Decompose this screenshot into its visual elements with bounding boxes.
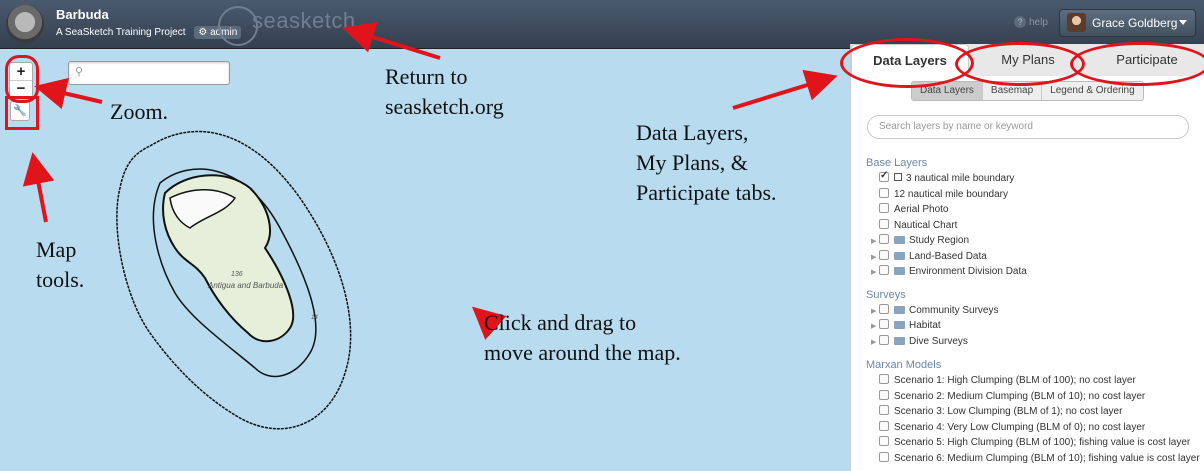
- expand-arrow-icon[interactable]: ▶: [871, 305, 879, 319]
- folder-icon: [894, 321, 905, 329]
- layer-label: 3 nautical mile boundary: [906, 173, 1015, 184]
- tools-highlight-box: [5, 96, 39, 130]
- list-item[interactable]: Nautical Chart: [871, 219, 957, 233]
- layer-search-input[interactable]: Search layers by name or keyword: [867, 115, 1189, 139]
- tab-participate-highlight: [1070, 42, 1204, 86]
- list-item[interactable]: Scenario 1: High Clumping (BLM of 100); …: [871, 374, 1136, 388]
- user-menu-button[interactable]: Grace Goldberg: [1059, 9, 1196, 37]
- list-item[interactable]: ▶ Habitat: [871, 319, 941, 333]
- list-item[interactable]: Scenario 3: Low Clumping (BLM of 1); no …: [871, 405, 1122, 419]
- layer-label: Habitat: [909, 320, 941, 331]
- list-item[interactable]: 3 nautical mile boundary: [871, 169, 1015, 186]
- list-item[interactable]: Scenario 4: Very Low Clumping (BLM of 0)…: [871, 421, 1145, 435]
- list-item[interactable]: ▶ Environment Division Data: [871, 265, 1027, 279]
- section-base-layers: Base Layers: [866, 157, 928, 169]
- layer-label: Land-Based Data: [909, 251, 987, 262]
- expand-arrow-icon[interactable]: ▶: [871, 336, 879, 350]
- layer-search-placeholder: Search layers by name or keyword: [879, 121, 1033, 132]
- tab-my-plans-highlight: [955, 42, 1085, 86]
- expand-arrow-icon[interactable]: ▶: [871, 235, 879, 249]
- layer-label: 12 nautical mile boundary: [894, 189, 1008, 200]
- boundary-square-icon: [894, 173, 902, 181]
- layer-label: Study Region: [909, 235, 970, 246]
- section-surveys: Surveys: [866, 289, 906, 301]
- checkbox[interactable]: [879, 436, 889, 446]
- user-name: Grace Goldberg: [1092, 16, 1178, 30]
- map-search-input[interactable]: ⚲: [68, 61, 230, 85]
- avatar: [1067, 13, 1086, 32]
- help-icon: ?: [1014, 16, 1026, 28]
- checkbox[interactable]: [879, 234, 889, 244]
- folder-icon: [894, 252, 905, 260]
- checkbox[interactable]: [879, 421, 889, 431]
- annotation-return: Return to seasketch.org: [385, 64, 504, 119]
- list-item[interactable]: Aerial Photo: [871, 203, 948, 217]
- project-logo[interactable]: [6, 5, 44, 43]
- section-marxan-models: Marxan Models: [866, 359, 942, 371]
- list-item[interactable]: Scenario 5: High Clumping (BLM of 100); …: [871, 436, 1190, 450]
- checkbox[interactable]: [879, 452, 889, 462]
- layer-label: Scenario 6: Medium Clumping (BLM of 10);…: [894, 453, 1200, 464]
- data-layers-panel: Data Layers My Plans Participate Data La…: [850, 44, 1204, 471]
- layer-label: Community Surveys: [909, 305, 999, 316]
- annotation-zoom: Zoom.: [110, 99, 169, 124]
- list-item[interactable]: ▶ Community Surveys: [871, 304, 998, 318]
- layer-label: Environment Division Data: [909, 266, 1027, 277]
- help-link[interactable]: ? help: [1014, 16, 1048, 28]
- project-title[interactable]: Barbuda: [56, 7, 109, 22]
- layer-label: Dive Surveys: [909, 336, 968, 347]
- tab-data-layers-highlight: [840, 38, 974, 88]
- expand-arrow-icon[interactable]: ▶: [871, 251, 879, 265]
- layer-label: Nautical Chart: [894, 220, 958, 231]
- annotation-drag: Click and drag to move around the map.: [484, 310, 681, 365]
- list-item[interactable]: 12 nautical mile boundary: [871, 188, 1008, 202]
- folder-icon: [894, 236, 905, 244]
- layer-label: Aerial Photo: [894, 204, 949, 215]
- project-subtitle: A SeaSketch Training Project ⚙ admin: [56, 26, 242, 39]
- help-label: help: [1029, 17, 1048, 28]
- checkbox[interactable]: [879, 188, 889, 198]
- folder-icon: [894, 337, 905, 345]
- layer-label: Scenario 5: High Clumping (BLM of 100); …: [894, 437, 1191, 448]
- checkbox[interactable]: [879, 219, 889, 229]
- checkbox[interactable]: [879, 265, 889, 275]
- depth-label-2: 14: [311, 315, 318, 321]
- expand-arrow-icon[interactable]: ▶: [871, 266, 879, 280]
- list-item[interactable]: ▶ Land-Based Data: [871, 250, 987, 264]
- checkbox[interactable]: [879, 250, 889, 260]
- checkbox[interactable]: [879, 203, 889, 213]
- layer-label: Scenario 2: Medium Clumping (BLM of 10);…: [894, 391, 1146, 402]
- search-icon: ⚲: [75, 66, 84, 78]
- seasketch-home-link[interactable]: seasketch: [252, 8, 356, 34]
- expand-arrow-icon[interactable]: ▶: [871, 320, 879, 334]
- depth-label: 136: [231, 271, 243, 278]
- checkbox[interactable]: [879, 374, 889, 384]
- project-subtitle-text: A SeaSketch Training Project: [56, 27, 186, 38]
- checkbox[interactable]: [879, 319, 889, 329]
- folder-icon: [894, 306, 905, 314]
- annotation-tools: Map tools.: [36, 237, 85, 292]
- layer-label: Scenario 1: High Clumping (BLM of 100); …: [894, 375, 1136, 386]
- annotation-tabs: Data Layers, My Plans, & Participate tab…: [636, 120, 777, 205]
- caret-down-icon: [1179, 20, 1187, 25]
- checkbox[interactable]: [879, 304, 889, 314]
- island-label: Antigua and Barbuda: [207, 281, 284, 290]
- checkbox-checked[interactable]: [879, 169, 889, 183]
- layer-label: Scenario 4: Very Low Clumping (BLM of 0)…: [894, 422, 1146, 433]
- list-item[interactable]: Scenario 6: Medium Clumping (BLM of 10);…: [871, 452, 1200, 466]
- checkbox[interactable]: [879, 390, 889, 400]
- list-item[interactable]: Scenario 2: Medium Clumping (BLM of 10);…: [871, 390, 1145, 404]
- list-item[interactable]: ▶ Dive Surveys: [871, 335, 968, 349]
- list-item[interactable]: ▶ Study Region: [871, 234, 969, 248]
- folder-icon: [894, 267, 905, 275]
- checkbox[interactable]: [879, 335, 889, 345]
- checkbox[interactable]: [879, 405, 889, 415]
- layer-label: Scenario 3: Low Clumping (BLM of 1); no …: [894, 406, 1123, 417]
